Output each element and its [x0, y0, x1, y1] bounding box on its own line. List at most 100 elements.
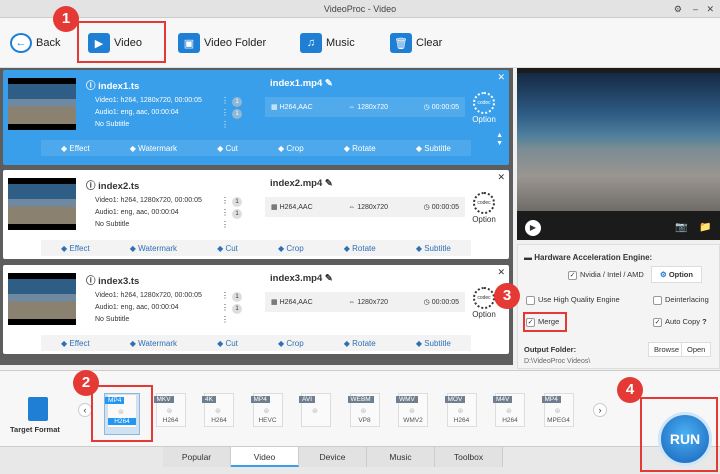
tab-popular[interactable]: Popular: [163, 447, 231, 467]
close-window-button[interactable]: ✕: [706, 0, 714, 18]
video-thumbnail[interactable]: [8, 78, 76, 130]
subtitle-track-menu[interactable]: ⋮: [221, 315, 229, 324]
remove-item-button[interactable]: ✕: [497, 267, 505, 278]
tab-video[interactable]: Video: [231, 447, 299, 467]
open-folder-icon[interactable]: 📁: [699, 222, 711, 233]
format-option[interactable]: M4V ⊛ H264: [492, 393, 528, 435]
source-name: index3.ts: [98, 276, 140, 287]
video-track-menu[interactable]: ⋮: [221, 196, 229, 205]
output-codec: H264,AAC: [279, 299, 313, 306]
subtitle-track: No Subtitle: [95, 121, 130, 128]
subtitle-button[interactable]: ◆ Subtitle: [416, 144, 451, 153]
video-thumbnail[interactable]: [8, 273, 76, 325]
target-format-label[interactable]: Target Format: [10, 425, 60, 434]
edit-pencil-icon[interactable]: ✎: [325, 178, 333, 189]
back-label: Back: [36, 37, 61, 49]
rotate-button[interactable]: ◆ Rotate: [344, 339, 376, 348]
edit-pencil-icon[interactable]: ✎: [325, 78, 333, 89]
effect-button[interactable]: ◆ Effect: [61, 244, 90, 253]
gear-icon: ⚙: [660, 270, 669, 279]
video-item[interactable]: ⓘ index3.ts Video1: h264, 1280x720, 00:0…: [3, 265, 509, 354]
hw-option-button[interactable]: ⚙ Option: [651, 266, 702, 283]
effect-button[interactable]: ◆ Effect: [61, 339, 90, 348]
back-button[interactable]: ← Back: [10, 28, 60, 58]
crop-button[interactable]: ◆ Crop: [278, 244, 304, 253]
output-name: index2.mp4: [270, 178, 323, 189]
target-format-icon[interactable]: [28, 397, 48, 421]
scroll-right-button[interactable]: ›: [593, 403, 607, 417]
browse-button[interactable]: Browse: [648, 342, 686, 357]
settings-icon[interactable]: ⚙: [674, 0, 682, 18]
format-option[interactable]: 4K ⊛ H264: [201, 393, 237, 435]
hw-vendor-checkbox[interactable]: ✓ Nvidia / Intel / AMD: [568, 270, 644, 280]
output-name: index3.mp4: [270, 273, 323, 284]
add-video-folder-button[interactable]: ▣ Video Folder: [178, 28, 266, 58]
crop-button[interactable]: ◆ Crop: [278, 339, 304, 348]
subtitle-track-menu[interactable]: ⋮: [221, 220, 229, 229]
subtitle-track-menu[interactable]: ⋮: [221, 120, 229, 129]
video-item[interactable]: ⓘ index1.ts Video1: h264, 1280x720, 00:0…: [3, 70, 509, 165]
clear-button[interactable]: 🗑 Clear: [390, 28, 442, 58]
scroll-left-button[interactable]: ‹: [78, 403, 92, 417]
tab-device[interactable]: Device: [299, 447, 367, 467]
remove-item-button[interactable]: ✕: [497, 72, 505, 83]
resolution-icon: ⇔: [348, 103, 358, 111]
cut-button[interactable]: ◆ Cut: [217, 244, 238, 253]
deinterlacing-label: Deinterlacing: [665, 295, 709, 304]
info-icon[interactable]: ⓘ: [86, 81, 98, 92]
snapshot-icon[interactable]: 📷: [675, 222, 687, 233]
effect-button[interactable]: ◆ Effect: [61, 144, 90, 153]
rotate-button[interactable]: ◆ Rotate: [344, 144, 376, 153]
remove-item-button[interactable]: ✕: [497, 172, 505, 183]
rotate-button[interactable]: ◆ Rotate: [344, 244, 376, 253]
edit-pencil-icon[interactable]: ✎: [325, 273, 333, 284]
format-option[interactable]: MP4 ⊛ MPEG4: [541, 393, 577, 435]
play-button[interactable]: ▶: [525, 220, 541, 236]
deinterlacing-checkbox[interactable]: Deinterlacing: [653, 295, 709, 305]
watermark-button[interactable]: ◆ Watermark: [130, 339, 177, 348]
video-thumbnail[interactable]: [8, 178, 76, 230]
video-item[interactable]: ⓘ index2.ts Video1: h264, 1280x720, 00:0…: [3, 170, 509, 259]
open-button[interactable]: Open: [681, 342, 712, 357]
codec-option-button[interactable]: codec Option: [469, 192, 499, 224]
format-option[interactable]: MP4 ⊛ HEVC: [250, 393, 286, 435]
codec-option-button[interactable]: codec Option: [469, 92, 499, 124]
tab-music[interactable]: Music: [367, 447, 435, 467]
video-track-menu[interactable]: ⋮: [221, 291, 229, 300]
subtitle-button[interactable]: ◆ Subtitle: [416, 244, 451, 253]
audio-track: Audio1: eng, aac, 00:00:04: [95, 304, 179, 311]
rotate-label: Rotate: [352, 143, 376, 153]
format-option[interactable]: MOV ⊛ H264: [444, 393, 480, 435]
cut-button[interactable]: ◆ Cut: [217, 339, 238, 348]
format-option[interactable]: WEBM ⊛ VP8: [347, 393, 383, 435]
format-codec: H264: [502, 417, 518, 424]
minimize-button[interactable]: –: [693, 0, 698, 18]
format-option[interactable]: MKV ⊛ H264: [153, 393, 189, 435]
info-icon[interactable]: ⓘ: [86, 181, 98, 192]
format-option[interactable]: AVI ⊛: [298, 393, 334, 435]
output-codec: H264,AAC: [279, 204, 313, 211]
crop-label: Crop: [286, 338, 304, 348]
cut-button[interactable]: ◆ Cut: [217, 144, 238, 153]
watermark-button[interactable]: ◆ Watermark: [130, 244, 177, 253]
crop-button[interactable]: ◆ Crop: [278, 144, 304, 153]
film-reel-icon: ⊛: [360, 408, 367, 415]
window-title: VideoProc - Video: [323, 4, 397, 14]
watermark-label: Watermark: [138, 143, 177, 153]
tab-toolbox[interactable]: Toolbox: [435, 447, 503, 467]
video-track-menu[interactable]: ⋮: [221, 96, 229, 105]
audio-track-menu[interactable]: ⋮: [221, 108, 229, 117]
subtitle-button[interactable]: ◆ Subtitle: [416, 339, 451, 348]
audio-track-menu[interactable]: ⋮: [221, 208, 229, 217]
add-music-button[interactable]: ♫ Music: [300, 28, 355, 58]
info-icon[interactable]: ⓘ: [86, 276, 98, 287]
audio-track-menu[interactable]: ⋮: [221, 303, 229, 312]
film-reel-icon: ⊛: [215, 408, 221, 415]
watermark-button[interactable]: ◆ Watermark: [130, 144, 177, 153]
help-icon[interactable]: ?: [702, 317, 707, 326]
high-quality-checkbox[interactable]: Use High Quality Engine: [526, 295, 620, 305]
preview-image: [517, 73, 720, 211]
auto-copy-checkbox[interactable]: ✓ Auto Copy ?: [653, 317, 707, 327]
format-option[interactable]: WMV ⊛ WMV2: [395, 393, 431, 435]
reorder-arrows[interactable]: ▲ ▼: [496, 132, 503, 148]
